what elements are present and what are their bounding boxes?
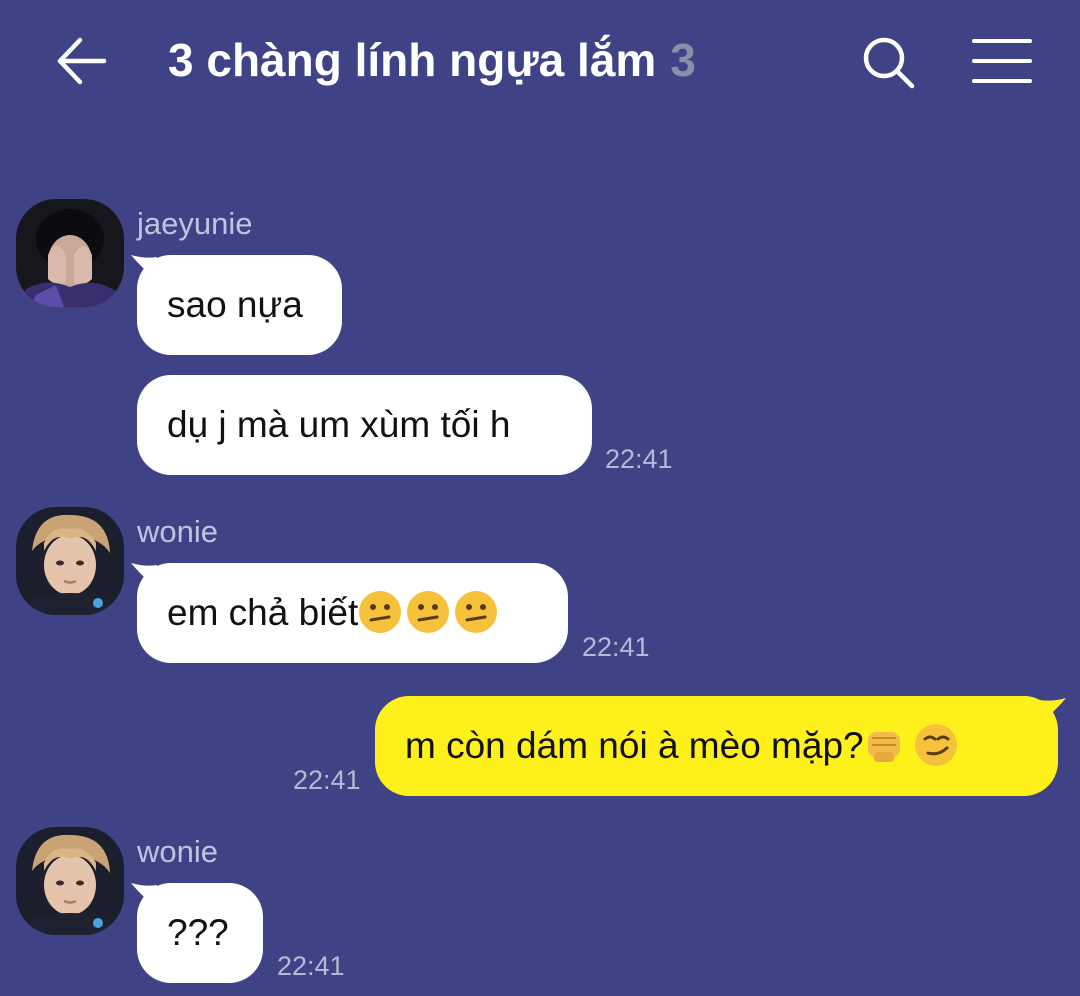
message-bubble[interactable]: em chả biết bbox=[137, 563, 568, 663]
message-timestamp: 22:41 bbox=[293, 765, 361, 795]
avatar-wonie[interactable] bbox=[16, 507, 124, 615]
bubble-tail bbox=[1040, 698, 1066, 724]
sender-name: wonie bbox=[137, 514, 218, 549]
message-bubble[interactable]: ??? bbox=[137, 883, 263, 983]
message-timestamp: 22:41 bbox=[605, 444, 673, 474]
chat-header: 3 chàng lính ngựa lắm 3 bbox=[0, 0, 1080, 122]
chat-title-text: 3 chàng lính ngựa lắm bbox=[168, 34, 657, 86]
avatar-jaeyunie[interactable] bbox=[16, 199, 124, 307]
message-bubble[interactable]: sao nựa bbox=[137, 255, 342, 355]
sender-name: wonie bbox=[137, 834, 218, 869]
menu-icon[interactable] bbox=[970, 36, 1034, 86]
member-count: 3 bbox=[670, 34, 696, 86]
chat-title: 3 chàng lính ngựa lắm 3 bbox=[168, 30, 696, 90]
confused-face-emoji-icon bbox=[359, 591, 498, 634]
message-text: ??? bbox=[167, 912, 229, 953]
message-text: m còn dám nói à mèo mặp? bbox=[405, 725, 864, 766]
outgoing-message-bubble[interactable]: m còn dám nói à mèo mặp? bbox=[375, 696, 1058, 796]
search-icon[interactable] bbox=[858, 32, 918, 92]
message-text: dụ j mà um xùm tối h bbox=[167, 404, 511, 445]
message-text: em chả biết bbox=[167, 592, 359, 633]
sender-name: jaeyunie bbox=[137, 206, 253, 241]
message-bubble[interactable]: dụ j mà um xùm tối h bbox=[137, 375, 592, 475]
fist-smirk-emoji-icon bbox=[867, 724, 957, 767]
back-arrow-icon[interactable] bbox=[52, 34, 112, 88]
avatar-wonie[interactable] bbox=[16, 827, 124, 935]
message-timestamp: 22:41 bbox=[277, 951, 345, 981]
message-text: sao nựa bbox=[167, 284, 303, 325]
message-timestamp: 22:41 bbox=[582, 632, 650, 662]
